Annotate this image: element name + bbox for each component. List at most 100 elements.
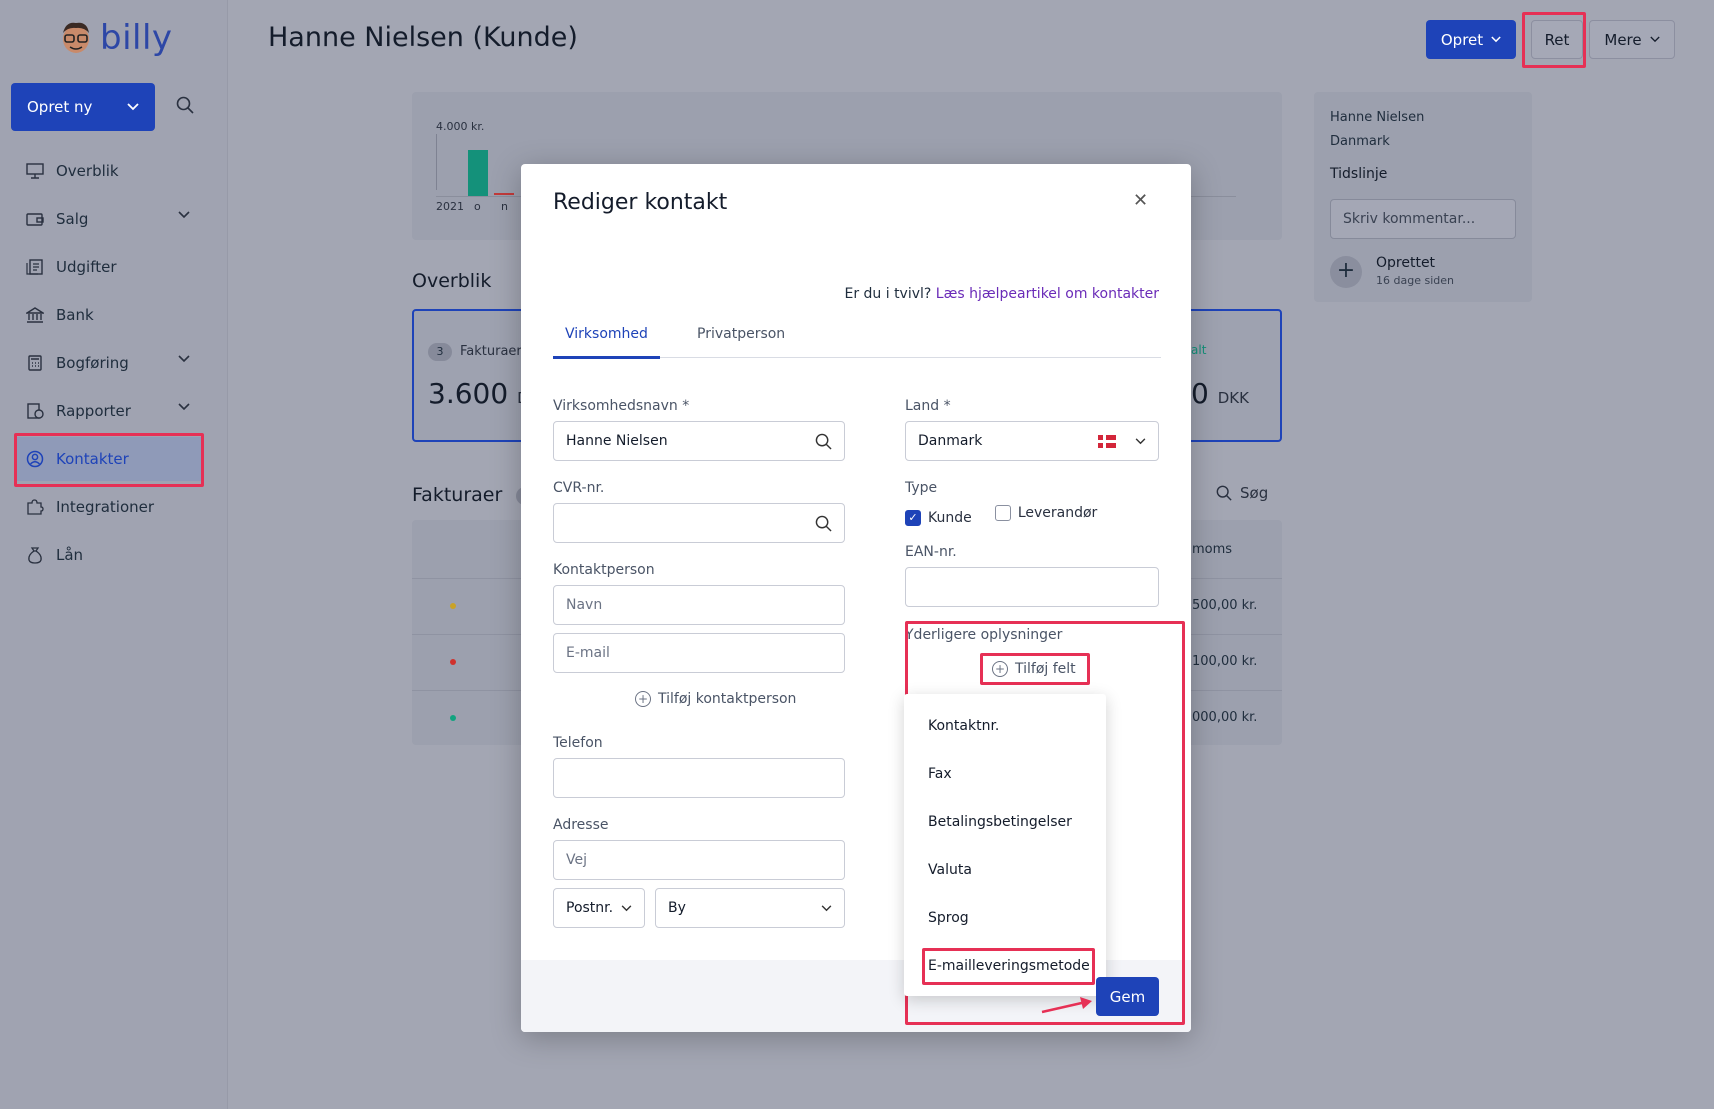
sidebar-item-lan[interactable]: Lån: [14, 533, 204, 577]
sidebar-item-label: Udgifter: [56, 258, 117, 276]
more-button[interactable]: Mere: [1589, 20, 1675, 59]
add-field-button[interactable]: + Tilføj felt: [992, 661, 1076, 677]
sidebar-item-label: Lån: [56, 546, 84, 564]
modal-title: Rediger kontakt: [553, 190, 728, 215]
contact-person-label: Kontaktperson: [553, 562, 655, 578]
invoice-search[interactable]: Søg: [1216, 484, 1268, 502]
search-icon: [815, 433, 832, 450]
customer-checkbox[interactable]: ✓ Kunde: [905, 509, 972, 526]
row-amount: 500,00 kr.: [1192, 598, 1258, 613]
ean-input[interactable]: [905, 567, 1159, 607]
receipt-icon: [26, 259, 43, 275]
arrow-icon: [1041, 997, 1092, 1014]
chart-y-label: 4.000 kr.: [436, 120, 485, 133]
comment-input[interactable]: Skriv kommentar...: [1330, 199, 1516, 239]
edit-button[interactable]: Ret: [1531, 20, 1583, 59]
user-circle-icon: [26, 450, 44, 468]
chevron-down-icon: [178, 211, 190, 219]
phone-input[interactable]: [553, 758, 845, 798]
right-card-label: alt: [1191, 343, 1207, 357]
sidebar-item-label: Kontakter: [56, 450, 129, 468]
chevron-down-icon: [127, 103, 139, 111]
dropdown-option-valuta[interactable]: Valuta: [928, 862, 972, 878]
city-select[interactable]: By: [655, 888, 845, 928]
contact-name-input[interactable]: Navn: [553, 585, 845, 625]
country-select[interactable]: Danmark: [905, 421, 1159, 461]
chart-x-label: o: [474, 200, 481, 213]
active-tab-indicator: [553, 356, 660, 359]
logo-text: billy: [100, 18, 173, 58]
chevron-down-icon: [821, 905, 832, 912]
right-card-amount: 0 DKK: [1191, 377, 1249, 410]
overview-heading: Overblik: [412, 270, 492, 292]
sidebar-item-udgifter[interactable]: Udgifter: [14, 245, 204, 289]
cvr-input[interactable]: [553, 503, 845, 543]
sidebar-item-label: Overblik: [56, 162, 119, 180]
edit-label: Ret: [1544, 30, 1570, 49]
report-icon: [27, 403, 44, 419]
sidebar: billy Opret ny Overblik Salg Udgifter Ba…: [0, 0, 228, 1109]
close-icon[interactable]: ✕: [1133, 190, 1148, 211]
timeline-event-title: Oprettet: [1376, 255, 1436, 271]
bank-icon: [26, 307, 44, 323]
sidebar-item-label: Rapporter: [56, 402, 131, 420]
sidebar-item-kontakter[interactable]: Kontakter: [14, 437, 204, 481]
sidebar-item-rapporter[interactable]: Rapporter: [14, 389, 204, 433]
add-contact-person-button[interactable]: + Tilføj kontaktperson: [635, 691, 796, 707]
dropdown-option-sprog[interactable]: Sprog: [928, 910, 969, 926]
column-header-moms: moms: [1192, 542, 1233, 557]
contact-country: Danmark: [1330, 134, 1390, 149]
contact-email-input[interactable]: E-mail: [553, 633, 845, 673]
sidebar-item-salg[interactable]: Salg: [14, 197, 204, 241]
dashboard-icon: [26, 163, 44, 179]
dropdown-option-fax[interactable]: Fax: [928, 766, 952, 782]
invoices-heading: Fakturaer 3: [412, 484, 539, 506]
search-icon[interactable]: [176, 96, 194, 118]
create-label: Opret: [1440, 30, 1484, 49]
puzzle-icon: [27, 499, 44, 515]
company-name-input[interactable]: Hanne Nielsen: [553, 421, 845, 461]
chart-bar: [468, 150, 488, 196]
modal-tabs: Virksomhed Privatperson: [553, 314, 1161, 359]
billy-logo[interactable]: billy: [60, 18, 173, 58]
logo-face-icon: [63, 22, 89, 53]
more-label: Mere: [1604, 30, 1642, 49]
chevron-down-icon: [178, 355, 190, 363]
sidebar-item-overblik[interactable]: Overblik: [14, 149, 204, 193]
street-input[interactable]: Vej: [553, 840, 845, 880]
dropdown-option-kontaktnr[interactable]: Kontaktnr.: [928, 718, 999, 734]
chart-x-label: n: [501, 200, 508, 213]
dropdown-option-email-delivery[interactable]: E-mailleveringsmetode: [928, 958, 1090, 974]
phone-label: Telefon: [553, 735, 603, 751]
ean-label: EAN-nr.: [905, 544, 957, 560]
create-new-button[interactable]: Opret ny: [11, 83, 155, 131]
money-bag-icon: [28, 547, 42, 564]
search-label: Søg: [1240, 484, 1269, 502]
status-dot: [450, 715, 456, 721]
help-link[interactable]: Læs hjælpeartikel om kontakter: [936, 286, 1159, 302]
type-checkboxes: ✓ Kunde Leverandør: [905, 505, 1097, 526]
search-icon: [815, 515, 832, 532]
save-button[interactable]: Gem: [1096, 977, 1159, 1016]
sidebar-item-bank[interactable]: Bank: [14, 293, 204, 337]
sidebar-item-bogforing[interactable]: Bogføring: [14, 341, 204, 385]
dropdown-option-betalingsbetingelser[interactable]: Betalingsbetingelser: [928, 814, 1072, 830]
chart-x-label: 2021: [436, 200, 464, 213]
chevron-down-icon: [621, 905, 632, 912]
tab-privatperson[interactable]: Privatperson: [697, 326, 785, 342]
status-dot: [450, 603, 456, 609]
add-field-dropdown: Kontaktnr. Fax Betalingsbetingelser Valu…: [904, 694, 1106, 996]
type-label: Type: [905, 480, 938, 496]
zip-select[interactable]: Postnr.: [553, 888, 645, 928]
wallet-icon: [26, 213, 44, 226]
country-label: Land *: [905, 398, 951, 414]
create-button[interactable]: Opret: [1426, 20, 1516, 59]
supplier-checkbox[interactable]: Leverandør: [994, 505, 1097, 521]
contact-name: Hanne Nielsen: [1330, 110, 1425, 125]
sidebar-item-label: Bogføring: [56, 354, 129, 372]
chevron-down-icon: [1649, 36, 1660, 43]
row-amount: 000,00 kr.: [1192, 710, 1258, 725]
card-label: Fakturaer: [460, 344, 522, 359]
sidebar-item-integrationer[interactable]: Integrationer: [14, 485, 204, 529]
tab-virksomhed[interactable]: Virksomhed: [565, 326, 648, 342]
